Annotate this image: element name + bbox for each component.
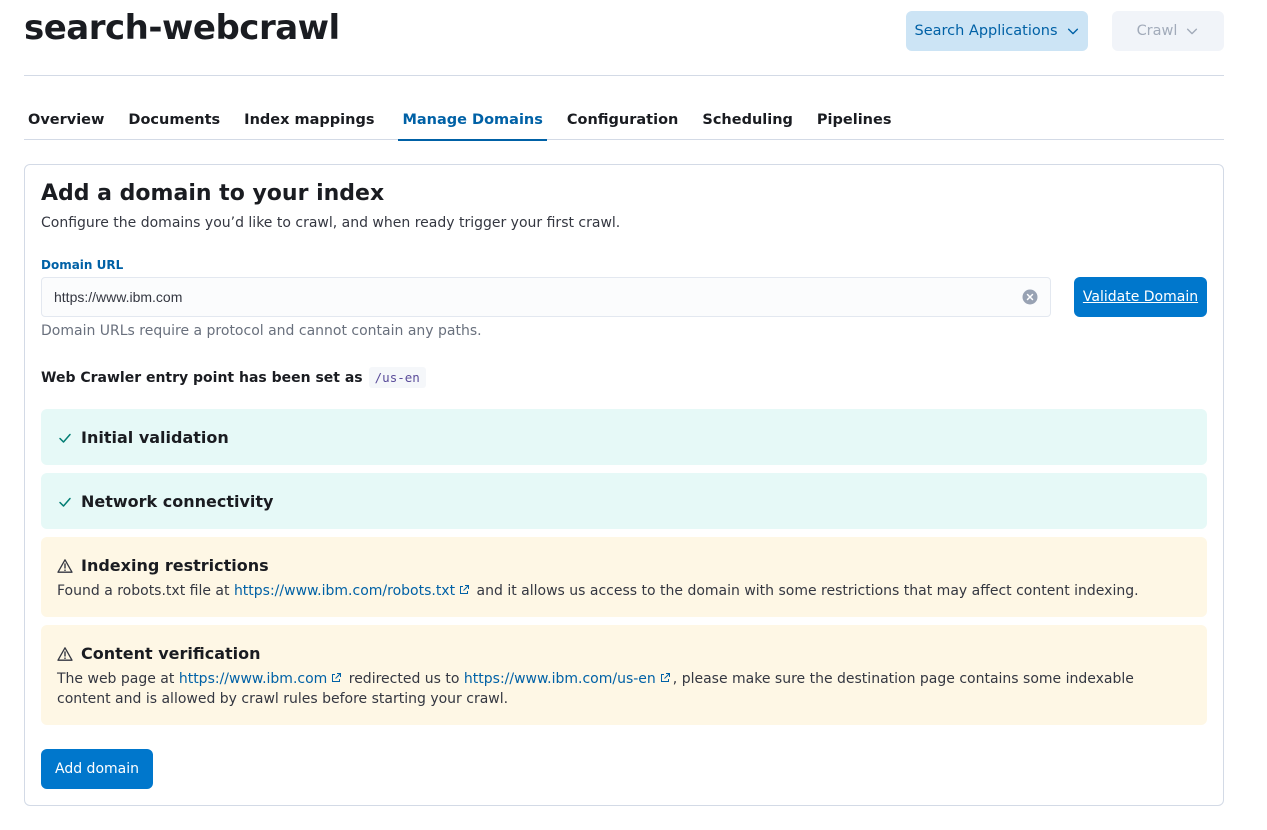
page-title: search-webcrawl xyxy=(24,8,340,48)
search-applications-button[interactable]: Search Applications xyxy=(906,11,1088,51)
network-connectivity-title: Network connectivity xyxy=(81,492,274,511)
panel-description: Configure the domains you’d like to craw… xyxy=(41,215,621,231)
content-verification-step: Content verification The web page at htt… xyxy=(41,625,1207,725)
entry-point-notice: Web Crawler entry point has been set as … xyxy=(41,367,426,388)
tab-overview[interactable]: Overview xyxy=(24,100,116,140)
search-applications-label: Search Applications xyxy=(914,23,1058,39)
indexing-restrictions-title: Indexing restrictions xyxy=(81,556,269,575)
clear-input-icon[interactable] xyxy=(1022,289,1038,305)
content-verification-title: Content verification xyxy=(81,644,261,663)
warning-icon xyxy=(57,646,73,661)
tab-scheduling[interactable]: Scheduling xyxy=(702,100,805,140)
warning-icon xyxy=(57,558,73,573)
crawl-label: Crawl xyxy=(1136,23,1178,39)
indexing-restrictions-step: Indexing restrictions Found a robots.txt… xyxy=(41,537,1207,617)
entry-point-path: /us-en xyxy=(368,367,426,388)
add-domain-panel: Add a domain to your index Configure the… xyxy=(24,164,1224,806)
external-link-icon xyxy=(460,585,470,594)
message-text: redirected us to xyxy=(344,671,464,687)
validate-domain-button[interactable]: Validate Domain xyxy=(1074,277,1207,317)
network-connectivity-step: Network connectivity xyxy=(41,473,1207,529)
message-text: and it allows us access to the domain wi… xyxy=(472,583,1139,599)
content-verification-message: The web page at https://www.ibm.com redi… xyxy=(57,669,1191,709)
header-divider xyxy=(24,75,1224,76)
robots-txt-link[interactable]: https://www.ibm.com/robots.txt xyxy=(234,583,455,599)
message-text: The web page at xyxy=(57,671,179,687)
initial-validation-title: Initial validation xyxy=(81,428,229,447)
tab-documents[interactable]: Documents xyxy=(128,100,232,140)
redirect-url-link[interactable]: https://www.ibm.com/us-en xyxy=(464,671,656,687)
domain-url-label: Domain URL xyxy=(41,258,124,272)
tab-pipelines[interactable]: Pipelines xyxy=(817,100,904,140)
message-text: Found a robots.txt file at xyxy=(57,583,234,599)
entry-point-text: Web Crawler entry point has been set as xyxy=(41,369,363,386)
check-icon xyxy=(59,497,71,507)
chevron-down-icon xyxy=(1067,28,1078,35)
tab-manage-domains[interactable]: Manage Domains xyxy=(398,100,548,141)
external-link-icon xyxy=(332,673,342,682)
check-icon xyxy=(59,433,71,443)
domain-url-help-text: Domain URLs require a protocol and canno… xyxy=(41,323,482,339)
chevron-down-icon xyxy=(1187,28,1198,35)
crawl-button[interactable]: Crawl xyxy=(1112,11,1224,51)
tab-bar: Overview Documents Index mappings Manage… xyxy=(24,100,1224,141)
external-link-icon xyxy=(660,673,670,682)
add-domain-button[interactable]: Add domain xyxy=(41,749,153,789)
panel-title: Add a domain to your index xyxy=(41,181,385,206)
initial-validation-step: Initial validation xyxy=(41,409,1207,465)
indexing-restrictions-message: Found a robots.txt file at https://www.i… xyxy=(57,581,1191,601)
source-url-link[interactable]: https://www.ibm.com xyxy=(179,671,327,687)
tab-configuration[interactable]: Configuration xyxy=(567,100,691,140)
domain-url-input[interactable] xyxy=(41,277,1051,317)
tab-index-mappings[interactable]: Index mappings xyxy=(244,100,386,140)
